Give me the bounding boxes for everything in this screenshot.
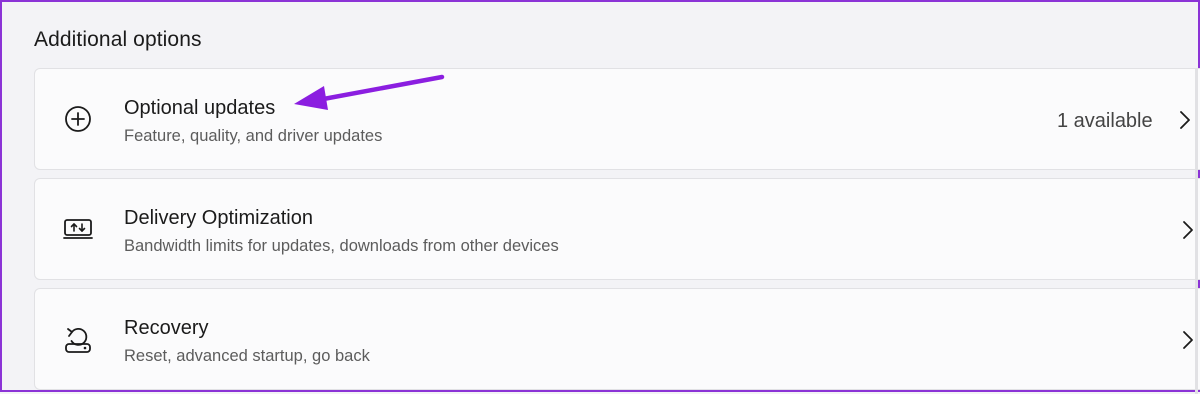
delivery-optimization-subtitle: Bandwidth limits for updates, downloads … xyxy=(124,237,559,255)
recovery-subtitle: Reset, advanced startup, go back xyxy=(124,347,370,365)
optional-updates-subtitle: Feature, quality, and driver updates xyxy=(124,127,383,145)
optional-updates-title: Optional updates xyxy=(124,97,276,119)
section-title: Additional options xyxy=(34,28,202,51)
add-circle-icon xyxy=(61,102,95,136)
scrollbar-track[interactable] xyxy=(1195,68,1198,394)
delivery-optimization-icon xyxy=(61,212,95,246)
chevron-right-icon xyxy=(1181,219,1195,241)
optional-updates-status: 1 available xyxy=(1057,110,1153,132)
delivery-optimization-title: Delivery Optimization xyxy=(124,207,313,229)
delivery-optimization-card[interactable]: Delivery Optimization Bandwidth limits f… xyxy=(34,178,1200,280)
optional-updates-card[interactable]: Optional updates Feature, quality, and d… xyxy=(34,68,1200,170)
recovery-title: Recovery xyxy=(124,317,209,339)
recovery-icon xyxy=(61,322,95,356)
chevron-right-icon xyxy=(1178,109,1192,131)
chevron-right-icon xyxy=(1181,329,1195,351)
recovery-card[interactable]: Recovery Reset, advanced startup, go bac… xyxy=(34,288,1200,390)
